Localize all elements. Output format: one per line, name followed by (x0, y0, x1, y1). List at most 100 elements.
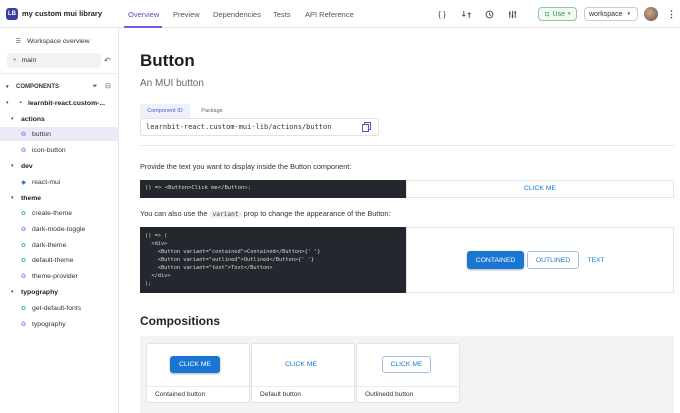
branch-name: main (21, 57, 37, 64)
component-id-text[interactable]: learnbit-react.custom-mui-lib/actions/bu… (146, 123, 331, 131)
caret-down-icon: ▾ (11, 195, 14, 201)
sidebar-item-label: react-mui (32, 178, 61, 186)
caret-down-icon: ▾ (11, 116, 14, 122)
sidebar-item-label: button (32, 130, 51, 138)
compositions-title: Compositions (140, 314, 220, 328)
tab-api-reference[interactable]: API Reference (305, 10, 354, 19)
sidebar-item-react-mui[interactable]: ◆ react-mui (0, 175, 119, 189)
card-divider (252, 386, 354, 387)
sidebar-item-typography[interactable]: ❂ typography (0, 317, 119, 331)
sidebar-item-icon-button[interactable]: ❂ icon-button (0, 143, 119, 157)
library-logo[interactable]: LB (6, 8, 18, 20)
composition-outlined-button[interactable]: CLICK ME (382, 356, 431, 373)
more-options-icon[interactable]: ⋮ (667, 8, 676, 20)
user-avatar[interactable] (644, 7, 658, 21)
active-tab-indicator (124, 26, 162, 28)
sidebar-item-dark-mode-toggle[interactable]: ❂ dark-mode-toggle (0, 222, 119, 236)
code-block-variants[interactable]: () => ( <div> <Button variant="contained… (140, 227, 406, 293)
outlined-button[interactable]: OUTLINED (527, 251, 579, 269)
chevron-down-icon: ▾ (567, 11, 571, 17)
composition-card-outlined[interactable]: CLICK ME Outlinedd button (356, 343, 460, 403)
collapse-all-icon[interactable]: ⊟ (105, 82, 111, 90)
composition-default-button[interactable]: CLICK ME (276, 356, 326, 373)
preview-click-me-button[interactable]: CLICK ME (406, 185, 674, 192)
composition-card-default[interactable]: CLICK ME Default button (251, 343, 355, 403)
module-icon: ✿ (20, 210, 27, 217)
sidebar-item-label: dark-mode-toggle (32, 225, 86, 233)
description-text-2-after: prop to change the appearance of the But… (243, 209, 391, 218)
library-title[interactable]: my custom mui library (22, 9, 102, 18)
tab-package[interactable]: Package (195, 104, 229, 118)
sidebar-item-dark-theme[interactable]: ✿ dark-theme (0, 238, 119, 252)
history-icon[interactable] (483, 8, 495, 20)
component-icon: ❂ (20, 226, 27, 233)
filter-icon[interactable]: ⏷ (92, 83, 98, 91)
contained-button[interactable]: CONTAINED (467, 251, 524, 269)
sidebar-item-label: default-theme (32, 256, 74, 264)
module-icon: ✿ (20, 305, 27, 312)
undo-icon[interactable]: ↶ (104, 56, 111, 65)
component-icon: ❂ (20, 273, 27, 280)
composition-card-contained[interactable]: CLICK ME Contained button (146, 343, 250, 403)
caret-down-icon: ▾ (11, 163, 14, 169)
group-label: typography (21, 288, 59, 296)
use-button[interactable]: ⊡ Use ▾ (538, 7, 577, 21)
compare-icon[interactable] (460, 8, 472, 20)
tab-component-id[interactable]: Component ID (140, 104, 190, 118)
sidebar-group-theme[interactable]: ▾ theme (0, 191, 119, 205)
caret-down-icon: ▾ (6, 100, 9, 106)
settings-sliders-icon[interactable] (506, 8, 518, 20)
tab-dependencies[interactable]: Dependencies (213, 10, 261, 19)
page-title: Button (140, 51, 195, 70)
scope-icon: ▪ (19, 100, 22, 106)
sidebar-scope[interactable]: ▾ ▪ learnbit-react.custom-... (0, 96, 119, 110)
copy-icon[interactable] (362, 122, 371, 132)
sidebar-item-default-theme[interactable]: ✿ default-theme (0, 253, 119, 267)
sidebar-group-typography[interactable]: ▾ typography (0, 285, 119, 299)
group-label: theme (21, 194, 42, 202)
code-block-basic[interactable]: () => <Button>Click me</Button>; (140, 180, 406, 198)
code-braces-icon[interactable]: { } (436, 8, 448, 20)
sidebar-item-get-default-fonts[interactable]: ✿ get-default-fonts (0, 301, 119, 315)
chevron-down-icon: ▾ (627, 11, 630, 17)
sidebar-item-theme-provider[interactable]: ❂ theme-provider (0, 269, 119, 283)
card-divider (147, 386, 249, 387)
use-label: Use (552, 10, 565, 18)
app-icon: ◆ (21, 179, 26, 186)
component-icon: ❂ (20, 321, 27, 328)
section-divider (140, 145, 674, 146)
card-divider (357, 386, 459, 387)
branch-icon: ⑂ (13, 57, 17, 64)
sidebar-group-actions[interactable]: ▾ actions (0, 112, 119, 126)
component-icon: ❂ (20, 131, 27, 138)
sidebar-item-label: dark-theme (32, 241, 67, 249)
description-text-2: You can also use the variant prop to cha… (140, 209, 391, 218)
use-icon: ⊡ (544, 11, 550, 18)
composition-label: Outlinedd button (365, 391, 414, 398)
sidebar-item-label: get-default-fonts (32, 304, 82, 312)
sidebar-workspace-overview[interactable]: ☰ Workspace overview (0, 34, 119, 48)
caret-down-icon: ▾ (6, 84, 9, 90)
sidebar-item-button[interactable]: ❂ button (0, 127, 119, 141)
tab-preview[interactable]: Preview (173, 10, 200, 19)
sidebar-item-label: typography (32, 320, 66, 328)
list-icon: ☰ (15, 38, 22, 45)
sidebar-item-create-theme[interactable]: ✿ create-theme (0, 206, 119, 220)
components-header[interactable]: ▾ COMPONENTS (0, 80, 119, 94)
sidebar-item-label: create-theme (32, 209, 73, 217)
workspace-overview-label: Workspace overview (27, 37, 90, 45)
group-label: actions (21, 115, 45, 123)
composition-label: Default button (260, 391, 302, 398)
sidebar-group-dev[interactable]: ▾ dev (0, 159, 119, 173)
text-button[interactable]: TEXT (583, 251, 609, 269)
workspace-select[interactable]: workspace ▾ (584, 7, 638, 21)
tab-tests[interactable]: Tests (273, 10, 291, 19)
page-subtitle: An MUI button (140, 78, 204, 89)
tab-overview[interactable]: Overview (128, 10, 159, 19)
branch-selector[interactable]: ⑂ main (7, 53, 101, 68)
module-icon: ✿ (20, 242, 27, 249)
workspace-label: workspace (589, 10, 623, 18)
description-text-1: Provide the text you want to display ins… (140, 162, 352, 171)
composition-contained-button[interactable]: CLICK ME (170, 356, 220, 373)
caret-down-icon: ▾ (11, 289, 14, 295)
